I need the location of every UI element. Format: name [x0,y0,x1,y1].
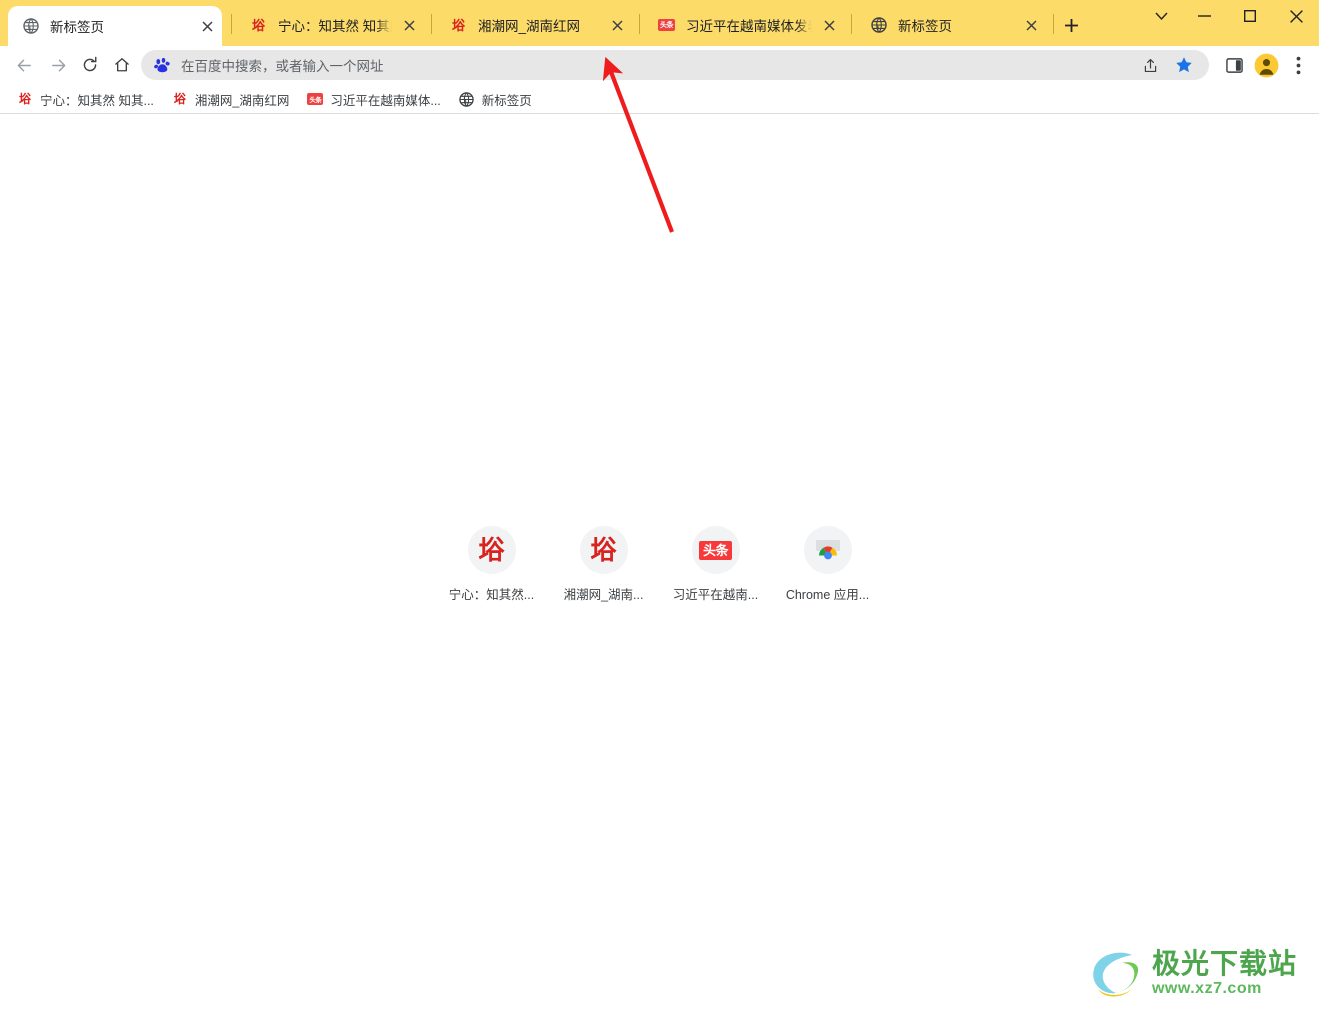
bookmark-item-3[interactable]: 新标签页 [451,87,540,111]
tab-title: 宁心：知其然 知其所以然_ [278,19,392,34]
tab-title: 新标签页 [50,20,104,35]
tab-2[interactable]: 﨏 湘潮网_湖南红网 [436,4,632,46]
minimize-button[interactable] [1181,0,1227,32]
shortcut-label: 湘潮网_湖南... [563,588,644,602]
shortcut-tiles: 﨏 宁心：知其然... 﨏 湘潮网_湖南... 头条 习近平在越南... Chr… [0,518,1319,603]
shortcut-label: 习近平在越南... [672,588,759,602]
toutiao-icon: 头条 [658,17,675,34]
tab-separator [231,14,232,34]
tab-3[interactable]: 头条 习近平在越南媒体发表署名 [644,4,844,46]
home-button[interactable] [107,50,137,80]
globe-icon [459,91,475,107]
bookmark-label: 宁心：知其然 知其... [40,93,154,108]
tab-close-button[interactable] [1020,14,1042,36]
reload-button[interactable] [75,50,105,80]
hongwang-icon: 﨏 [18,92,31,106]
tab-search-button[interactable] [1141,0,1181,32]
hongwang-icon: 﨏 [467,526,516,574]
tab-1[interactable]: 﨏 宁心：知其然 知其所以然_ [236,4,424,46]
bookmark-label: 湘潮网_湖南红网 [194,93,290,108]
share-icon[interactable] [1135,50,1165,80]
shortcut-tile-2[interactable]: 头条 习近平在越南... [660,518,772,603]
shortcut-tile-0[interactable]: 﨏 宁心：知其然... [436,518,548,603]
hongwang-icon: 﨏 [251,17,265,33]
browser-window: 新标签页 﨏 宁心：知其然 知其所以然_ 﨏 湘潮网_湖南红网 [0,0,1319,1013]
tab-title: 习近平在越南媒体发表署名 [686,19,812,34]
watermark-url: www.xz7.com [1151,979,1262,997]
window-controls [1141,0,1319,46]
tab-separator [1053,14,1054,34]
tab-0[interactable]: 新标签页 [8,6,222,46]
tab-separator [851,14,852,34]
bookmarks-bar: 﨏 宁心：知其然 知其... 﨏 湘潮网_湖南红网 头条 习近平在越南媒体...… [0,84,1319,114]
globe-icon [870,17,887,34]
watermark: 极光下载站 www.xz7.com [1088,945,1297,1001]
address-bar[interactable]: 在百度中搜索，或者输入一个网址 [141,50,1209,80]
star-filled-icon[interactable] [1169,50,1199,80]
close-button[interactable] [1273,0,1319,32]
watermark-logo-icon [1093,952,1139,997]
bookmark-item-1[interactable]: 﨏 湘潮网_湖南红网 [164,87,297,111]
hongwang-icon: 﨏 [579,526,628,574]
bookmark-item-0[interactable]: 﨏 宁心：知其然 知其... [9,87,162,111]
new-tab-page: 﨏 宁心：知其然... 﨏 湘潮网_湖南... 头条 习近平在越南... Chr… [0,114,1319,1013]
toutiao-icon: 头条 [691,526,740,574]
avatar-icon[interactable] [1251,50,1281,80]
tab-close-button[interactable] [196,15,218,37]
three-dots-icon[interactable] [1283,50,1313,80]
tab-4[interactable]: 新标签页 [856,4,1046,46]
globe-icon [22,18,39,35]
forward-button[interactable] [43,50,73,80]
tab-close-button[interactable] [606,14,628,36]
shortcut-label: 宁心：知其然... [448,588,535,602]
hongwang-icon: 﨏 [451,17,465,33]
bookmark-label: 新标签页 [481,93,532,108]
bookmark-item-2[interactable]: 头条 习近平在越南媒体... [299,87,448,111]
tab-title: 湘潮网_湖南红网 [478,19,581,34]
baidu-paw-icon [153,56,171,74]
shortcut-label: Chrome 应用... [785,588,870,602]
tab-separator [639,14,640,34]
maximize-button[interactable] [1227,0,1273,32]
toutiao-icon: 头条 [307,91,324,107]
new-tab-button[interactable] [1058,12,1084,38]
tab-title: 新标签页 [898,19,952,34]
shortcut-tile-3[interactable]: Chrome 应用... [772,518,884,603]
omnibox-actions [1135,50,1199,80]
shortcut-tile-1[interactable]: 﨏 湘潮网_湖南... [548,518,660,603]
tab-strip: 新标签页 﨏 宁心：知其然 知其所以然_ 﨏 湘潮网_湖南红网 [0,0,1319,46]
side-panel-icon[interactable] [1219,50,1249,80]
tab-close-button[interactable] [818,14,840,36]
toolbar-right-actions [1219,50,1313,80]
bookmark-label: 习近平在越南媒体... [330,93,441,108]
back-button[interactable] [9,50,39,80]
tab-close-button[interactable] [398,14,420,36]
hongwang-icon: 﨏 [173,92,186,106]
tab-separator [431,14,432,34]
address-bar-placeholder: 在百度中搜索，或者输入一个网址 [181,59,384,74]
watermark-title: 极光下载站 [1151,947,1297,979]
chrome-apps-icon [803,526,852,574]
